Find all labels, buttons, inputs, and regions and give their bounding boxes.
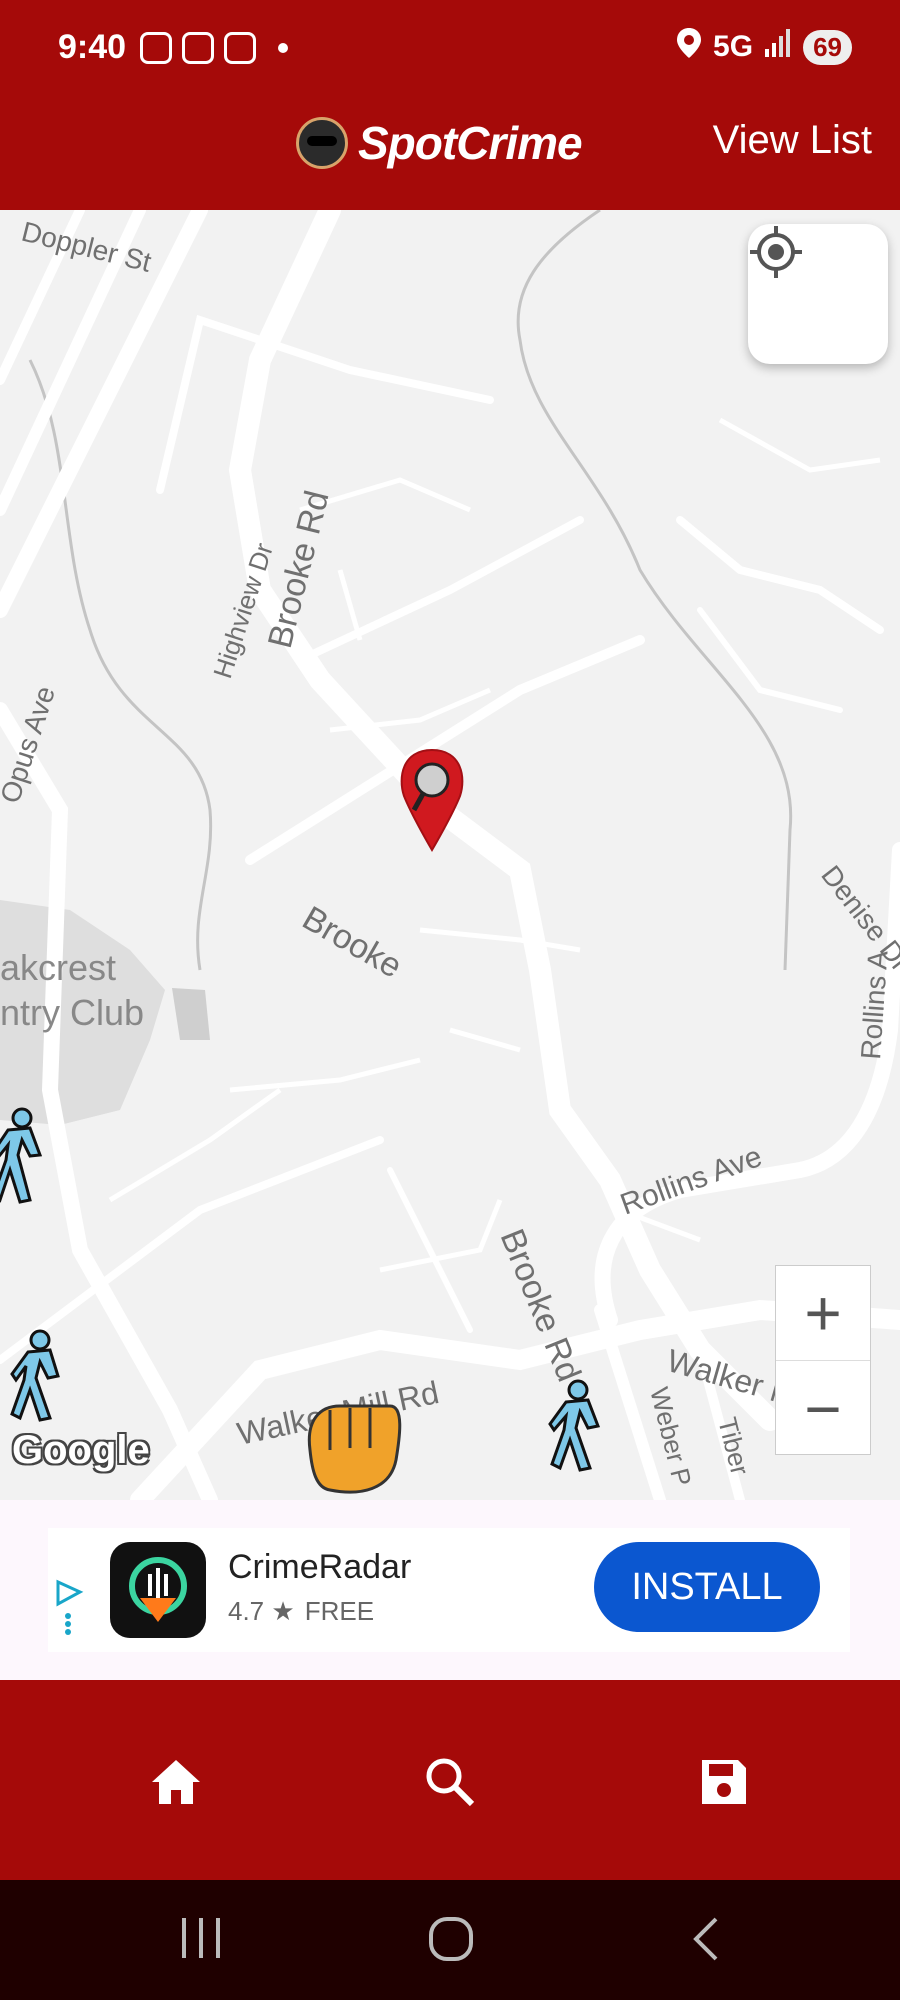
my-location-button[interactable] bbox=[748, 224, 888, 364]
back-button[interactable] bbox=[690, 1916, 720, 1967]
status-right: 5G 69 bbox=[677, 28, 852, 66]
nav-save-button[interactable] bbox=[696, 1754, 752, 1810]
spotcrime-logo-icon bbox=[296, 117, 348, 169]
crimeradar-app-icon[interactable] bbox=[110, 1542, 206, 1638]
youtube-icon bbox=[224, 32, 256, 64]
screenshot-icon bbox=[140, 32, 172, 64]
spotcrime-logo: SpotCrime bbox=[296, 116, 583, 170]
label-tiber: Tiber bbox=[712, 1414, 755, 1478]
ad-rating: 4.7 ★ bbox=[228, 1596, 295, 1626]
notification-dot-icon bbox=[278, 43, 288, 53]
save-icon bbox=[702, 1760, 746, 1804]
assault-fist-icon[interactable] bbox=[307, 1404, 402, 1494]
system-navigation-bar bbox=[0, 1880, 900, 2000]
road-network bbox=[0, 210, 900, 1500]
recents-icon bbox=[182, 1918, 220, 1958]
home-system-button[interactable] bbox=[428, 1916, 474, 1967]
battery-level: 69 bbox=[803, 29, 852, 65]
status-bar: 9:40 5G 69 bbox=[0, 0, 900, 100]
label-oakcrest: akcrest bbox=[0, 947, 116, 988]
google-logo: Google bbox=[12, 1428, 150, 1472]
search-icon bbox=[426, 1758, 475, 1807]
label-brooke-rd-top: Brooke Rd bbox=[261, 487, 337, 652]
zoom-controls: + − bbox=[775, 1265, 871, 1455]
view-list-button[interactable]: View List bbox=[713, 118, 872, 163]
crime-map[interactable]: Doppler St Highview Dr Brooke Rd Opus Av… bbox=[0, 210, 900, 1500]
ad-choices-icon[interactable] bbox=[54, 1578, 84, 1643]
ad-app-name: CrimeRadar bbox=[228, 1548, 412, 1586]
ad-banner[interactable]: CrimeRadar 4.7 ★ FREE INSTALL bbox=[0, 1500, 900, 1680]
crosshair-icon bbox=[750, 226, 802, 278]
location-icon bbox=[677, 28, 702, 66]
bottom-navigation bbox=[0, 1680, 900, 1880]
zoom-out-button[interactable]: − bbox=[776, 1361, 870, 1456]
location-pin-icon[interactable] bbox=[400, 748, 464, 852]
ad-app-meta: 4.7 ★ FREE bbox=[228, 1596, 374, 1627]
ad-price: FREE bbox=[304, 1596, 375, 1626]
recent-apps-button[interactable] bbox=[180, 1916, 222, 1965]
nav-home-button[interactable] bbox=[148, 1754, 204, 1810]
top-bar: 9:40 5G 69 SpotCrime View List bbox=[0, 0, 900, 210]
map-labels: Doppler St Highview Dr Brooke Rd Opus Av… bbox=[0, 216, 900, 1489]
vpn-shield-icon bbox=[182, 32, 214, 64]
home-circle-icon bbox=[429, 1917, 473, 1961]
nav-search-button[interactable] bbox=[422, 1754, 478, 1810]
install-button[interactable]: INSTALL bbox=[594, 1542, 820, 1632]
park-area-small bbox=[172, 988, 210, 1040]
zoom-in-button[interactable]: + bbox=[776, 1266, 870, 1361]
crime-marker-icon[interactable] bbox=[548, 1379, 601, 1472]
ad-card[interactable]: CrimeRadar 4.7 ★ FREE INSTALL bbox=[48, 1528, 850, 1652]
label-brooke-mid: Brooke bbox=[296, 899, 408, 986]
map-canvas: Doppler St Highview Dr Brooke Rd Opus Av… bbox=[0, 210, 900, 1500]
network-type: 5G bbox=[713, 30, 754, 63]
app-bar: SpotCrime View List bbox=[0, 100, 900, 210]
label-country-club: ntry Club bbox=[0, 992, 144, 1033]
crime-marker-icon[interactable] bbox=[0, 1107, 43, 1204]
status-notification-icons bbox=[140, 32, 288, 64]
signal-icon bbox=[765, 29, 791, 65]
home-icon bbox=[152, 1760, 200, 1804]
status-time: 9:40 bbox=[58, 28, 127, 66]
logo-text: SpotCrime bbox=[358, 117, 583, 169]
back-chevron-icon bbox=[693, 1917, 718, 1961]
